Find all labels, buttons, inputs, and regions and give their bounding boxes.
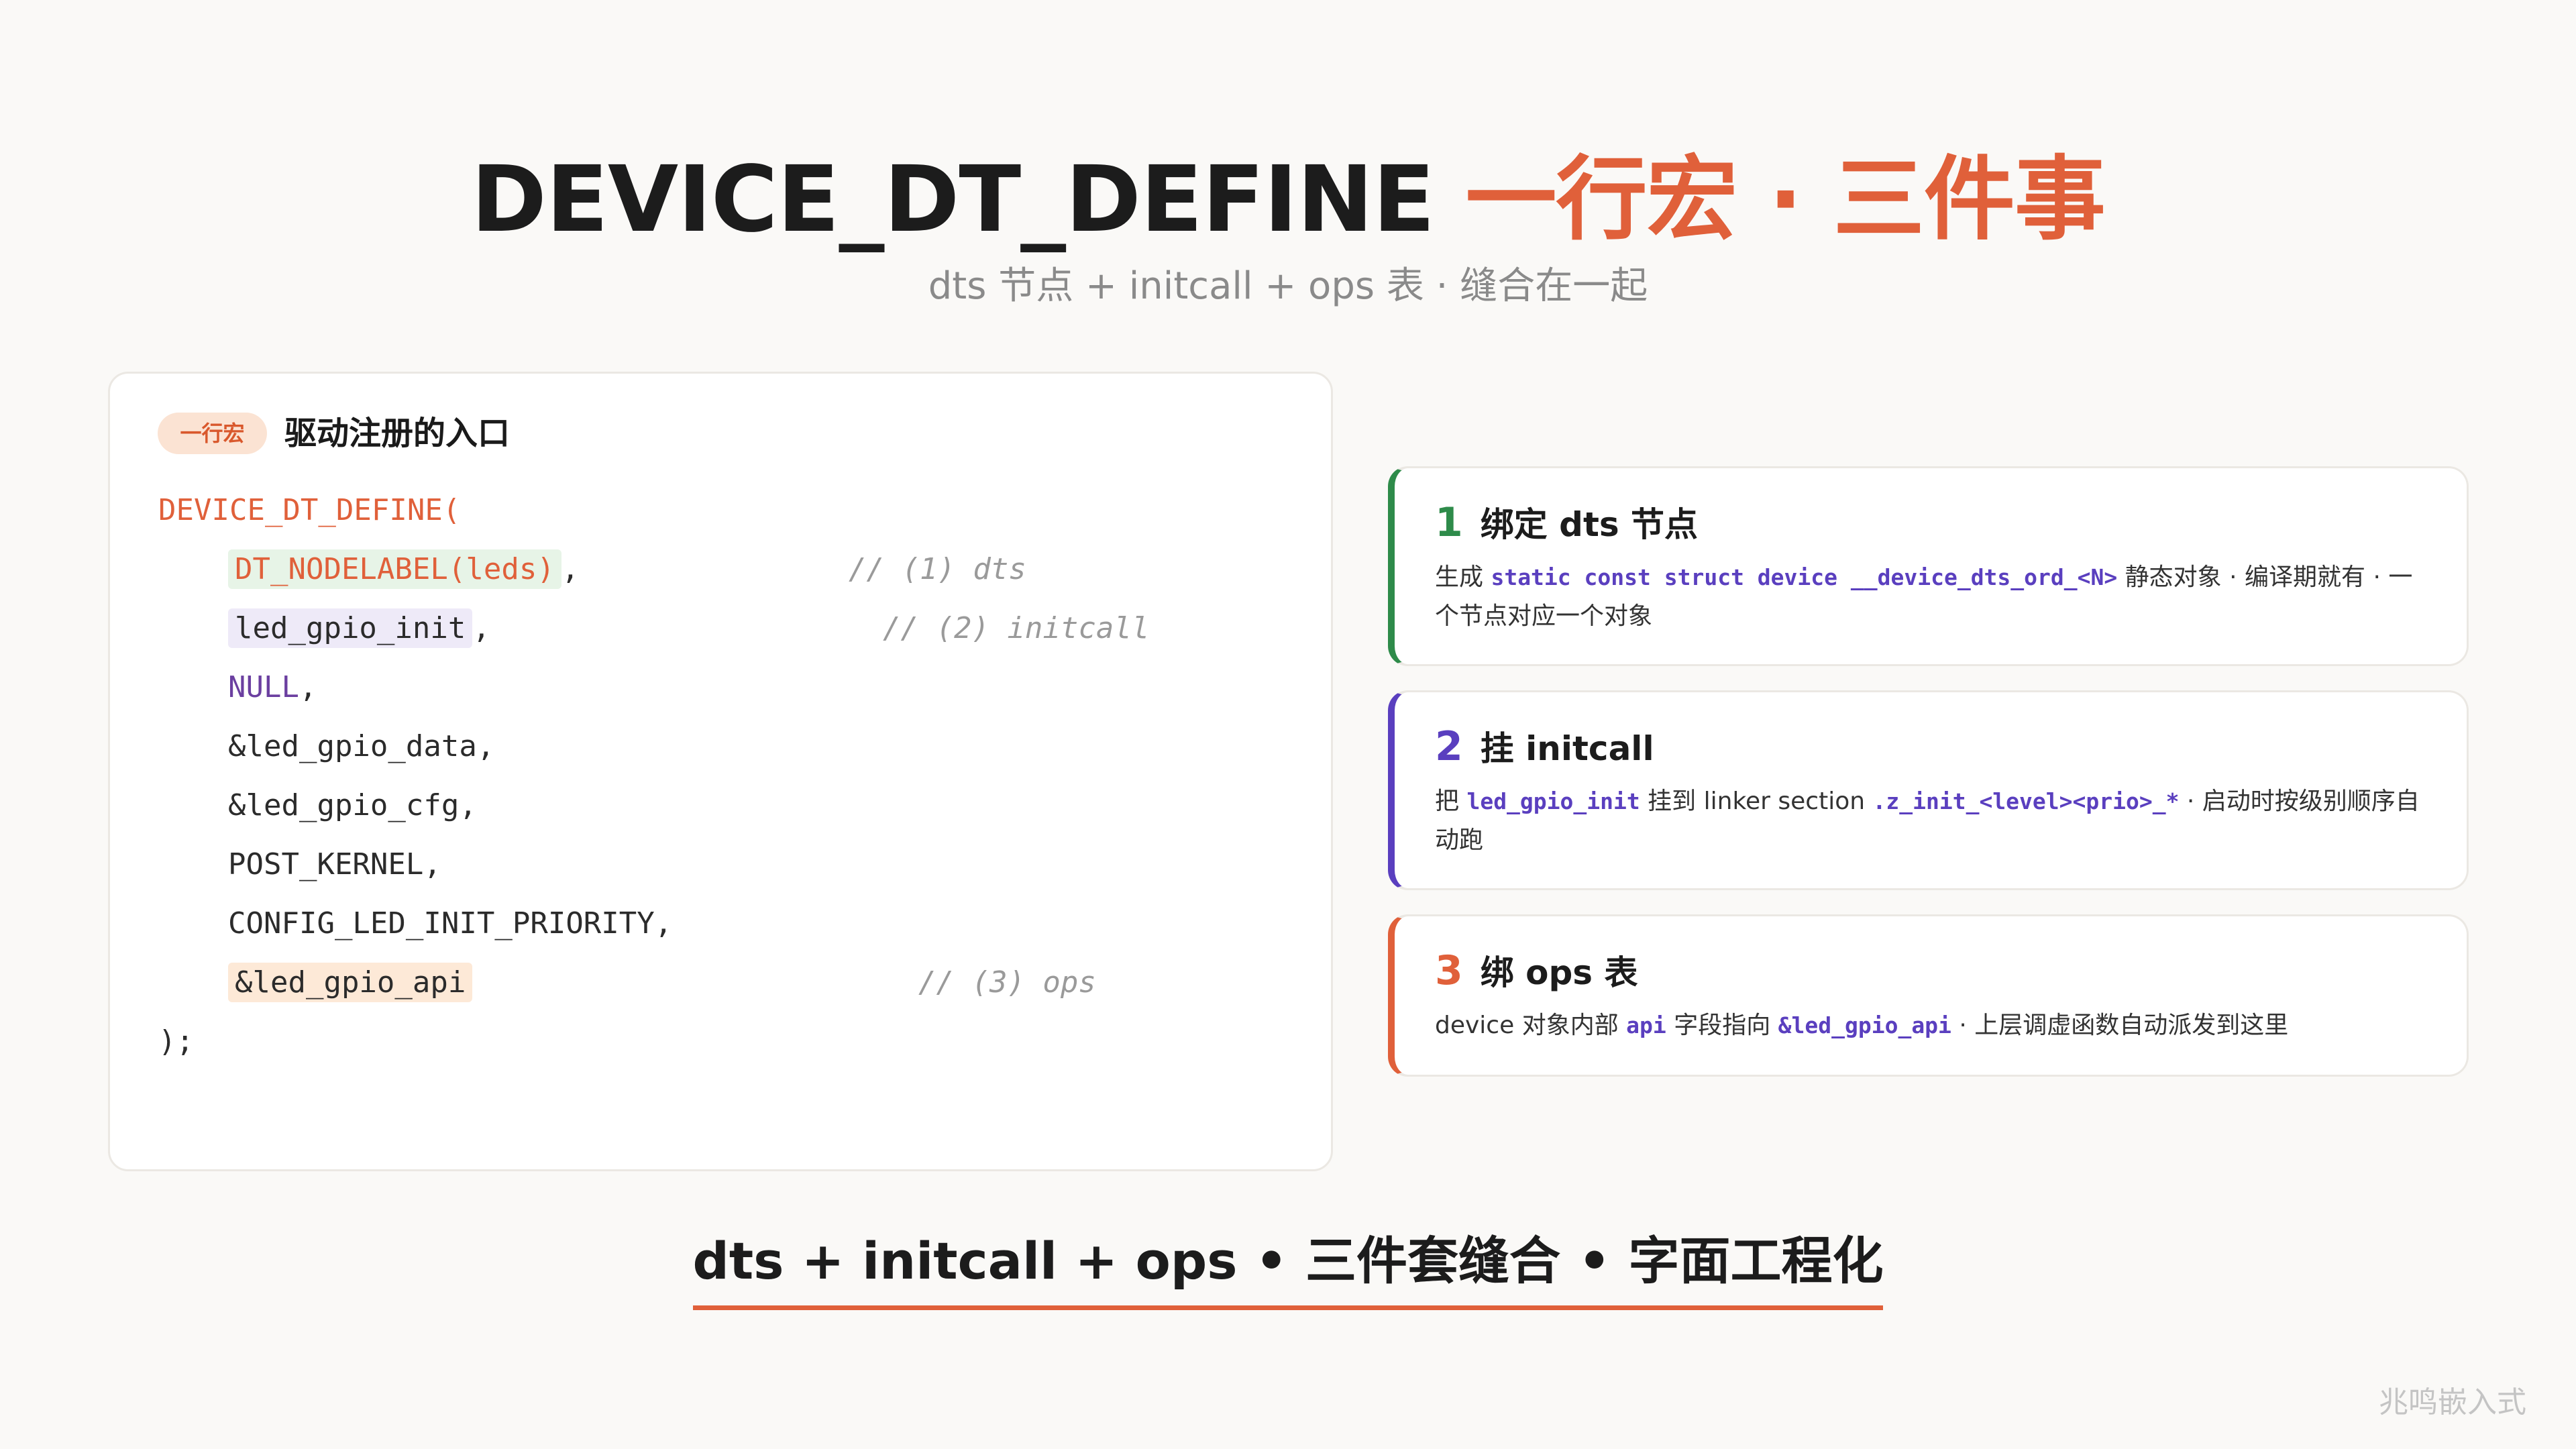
- step-number: 1: [1435, 499, 1463, 546]
- null-arg: NULL: [228, 670, 299, 704]
- code-card: 一行宏 驱动注册的入口 DEVICE_DT_DEFINE( DT_NODELAB…: [108, 372, 1333, 1171]
- step-heading: 3 绑 ops 表: [1435, 947, 1638, 996]
- dts-arg: DT_NODELABEL(leds): [228, 549, 561, 589]
- code-line-2: led_gpio_init, // (2) initcall: [158, 599, 1149, 658]
- step-title: 挂 initcall: [1480, 729, 1654, 768]
- step-description: 生成 static const struct device __device_d…: [1435, 564, 2413, 630]
- title-accent: 一行宏 · 三件事: [1465, 147, 2106, 253]
- step-card-ops: 3 绑 ops 表 device 对象内部 api 字段指向 &led_gpio_…: [1388, 914, 2469, 1077]
- title-main: DEVICE_DT_DEFINE: [471, 147, 1466, 253]
- summary-banner: dts + initcall + ops • 三件套缝合 • 字面工程化: [0, 1228, 2576, 1310]
- step-number: 2: [1435, 723, 1463, 770]
- code-line-8: &led_gpio_api // (3) ops: [158, 953, 1096, 1012]
- comment-dts: // (1) dts: [849, 552, 1026, 586]
- card-heading: 驱动注册的入口: [284, 415, 511, 452]
- step-title: 绑定 dts 节点: [1480, 505, 1699, 544]
- step-card-initcall: 2 挂 initcall 把 led_gpio_init 挂到 linker se…: [1388, 690, 2469, 890]
- code-line-3: NULL,: [228, 670, 317, 704]
- page-subtitle: dts 节点 + initcall + ops 表 · 缝合在一起: [928, 264, 1648, 308]
- macro-name: DEVICE_DT_DEFINE(: [158, 493, 461, 527]
- step-heading: 1 绑定 dts 节点: [1435, 499, 1698, 548]
- page-title: DEVICE_DT_DEFINE 一行宏 · 三件事: [0, 146, 2576, 254]
- code-line-6: POST_KERNEL,: [228, 847, 441, 881]
- step-description: device 对象内部 api 字段指向 &led_gpio_api · 上层调…: [1435, 1012, 2289, 1039]
- code-snippet: led_gpio_init: [1466, 788, 1640, 814]
- summary-text: dts + initcall + ops • 三件套缝合 • 字面工程化: [692, 1228, 1884, 1310]
- comment-initcall: // (2) initcall: [883, 611, 1150, 645]
- step-number: 3: [1435, 947, 1463, 994]
- step-card-dts: 1 绑定 dts 节点 生成 static const struct device…: [1388, 466, 2469, 666]
- code-line-close: );: [158, 1024, 194, 1059]
- code-block: DEVICE_DT_DEFINE( DT_NODELABEL(leds), //…: [158, 481, 1149, 1071]
- ops-arg: &led_gpio_api: [228, 963, 473, 1002]
- step-heading: 2 挂 initcall: [1435, 723, 1654, 772]
- code-snippet: &led_gpio_api: [1778, 1012, 1951, 1038]
- code-line-4: &led_gpio_data,: [228, 729, 495, 763]
- step-description: 把 led_gpio_init 挂到 linker section .z_ini…: [1435, 788, 2420, 854]
- code-snippet: .z_init_<level><prio>_*: [1872, 788, 2180, 814]
- brand-watermark: 兆鸣嵌入式: [2379, 1385, 2526, 1419]
- code-snippet: static const struct device __device_dts_…: [1491, 564, 2118, 590]
- initcall-arg: led_gpio_init: [228, 608, 473, 648]
- step-title: 绑 ops 表: [1480, 953, 1638, 992]
- card-tag-badge: 一行宏: [158, 413, 267, 454]
- code-snippet: api: [1626, 1012, 1666, 1038]
- code-line-7: CONFIG_LED_INIT_PRIORITY,: [228, 906, 673, 941]
- comment-ops: // (3) ops: [918, 965, 1096, 1000]
- code-line-1: DT_NODELABEL(leds), // (1) dts: [158, 540, 1026, 599]
- code-line-5: &led_gpio_cfg,: [228, 788, 477, 822]
- code-line-open: DEVICE_DT_DEFINE(: [158, 481, 672, 540]
